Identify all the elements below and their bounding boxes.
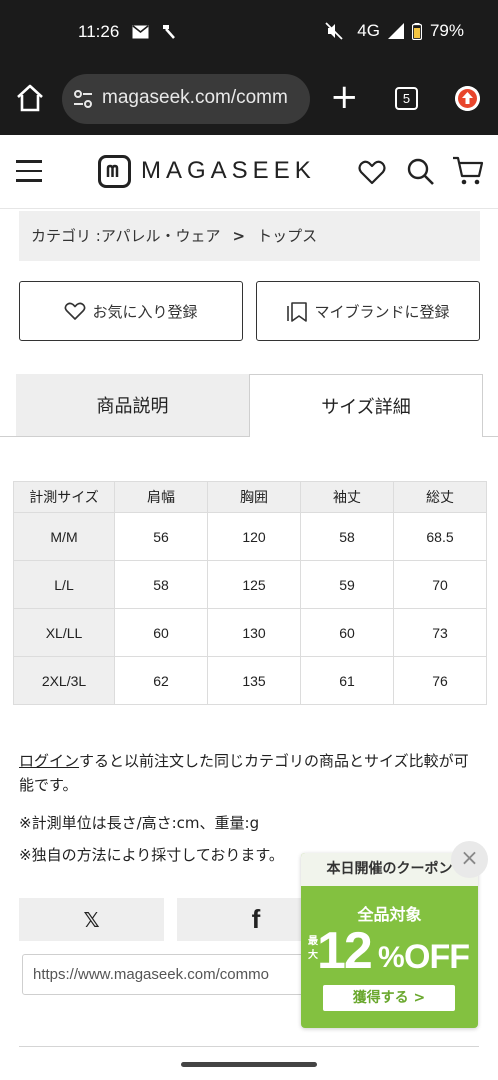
share-facebook-button[interactable]: f xyxy=(177,898,307,941)
coupon-claim-button[interactable]: 獲得する > xyxy=(323,985,455,1011)
menu-icon[interactable] xyxy=(16,160,42,182)
breadcrumb-separator: > xyxy=(232,227,246,245)
breadcrumb-current[interactable]: トップス xyxy=(257,227,317,245)
table-cell-size: 2XL/3L xyxy=(13,656,115,705)
my-brand-button-label: マイブランドに登録 xyxy=(314,302,450,321)
table-cell: 135 xyxy=(207,656,301,705)
table-row: M/M 56 120 58 68.5 xyxy=(13,512,487,561)
method-note: ※独自の方法により採寸しております。 xyxy=(19,846,284,864)
coupon-discount: 最大 12 % OFF xyxy=(306,922,478,980)
signal-icon xyxy=(387,23,404,39)
table-cell: 59 xyxy=(300,560,394,609)
table-cell: 60 xyxy=(114,608,208,657)
table-header: 計測サイズ xyxy=(13,481,115,513)
new-tab-button[interactable]: + xyxy=(330,80,359,114)
coupon-banner[interactable]: 本日開催のクーポン 全品対象 最大 12 % OFF 獲得する > xyxy=(301,853,478,1028)
browser-toolbar: magaseek.com/comm + 5 xyxy=(0,62,498,135)
table-header: 総丈 xyxy=(393,481,487,513)
site-header: MAGASEEK xyxy=(0,135,498,209)
share-x-button[interactable]: 𝕏 xyxy=(19,898,164,941)
table-cell: 120 xyxy=(207,512,301,561)
table-cell: 62 xyxy=(114,656,208,705)
table-cell: 76 xyxy=(393,656,487,705)
table-header: 袖丈 xyxy=(300,481,394,513)
table-cell: 56 xyxy=(114,512,208,561)
table-cell: 70 xyxy=(393,560,487,609)
table-cell: 61 xyxy=(300,656,394,705)
cart-icon[interactable] xyxy=(452,154,484,186)
search-icon[interactable] xyxy=(406,157,436,187)
facebook-icon: f xyxy=(251,904,261,934)
table-cell-size: XL/LL xyxy=(13,608,115,657)
login-note: ログインすると以前注文した同じカテゴリの商品とサイズ比較が可 能です。 xyxy=(19,749,481,797)
table-cell: 125 xyxy=(207,560,301,609)
table-header: 肩幅 xyxy=(114,481,208,513)
breadcrumb: カテゴリ :アパレル・ウェア > トップス xyxy=(19,211,480,261)
home-icon[interactable] xyxy=(14,82,46,114)
mute-icon xyxy=(325,22,343,40)
login-note-text: すると以前注文した同じカテゴリの商品とサイズ比較が可 xyxy=(79,752,469,770)
tab-size-details[interactable]: サイズ詳細 xyxy=(249,374,483,436)
coupon-off: OFF xyxy=(404,938,470,976)
hammer-icon xyxy=(163,25,175,39)
gesture-navigation-bar[interactable] xyxy=(181,1062,317,1067)
table-cell: 130 xyxy=(207,608,301,657)
logo-text: MAGASEEK xyxy=(141,157,316,184)
status-bar: 11:26 4G 79% xyxy=(0,0,498,62)
battery-icon xyxy=(411,22,422,40)
my-brand-button[interactable]: マイブランドに登録 xyxy=(256,281,480,341)
coupon-percent: % xyxy=(378,941,405,974)
active-tab-gap xyxy=(250,435,482,437)
mail-icon xyxy=(132,25,149,39)
table-cell: 68.5 xyxy=(393,512,487,561)
tab-switcher-button[interactable]: 5 xyxy=(395,87,418,110)
share-url-field[interactable]: https://www.magaseek.com/commo xyxy=(22,954,322,995)
bookmark-icon xyxy=(287,302,308,322)
table-cell-size: M/M xyxy=(13,512,115,561)
breadcrumb-category[interactable]: カテゴリ :アパレル・ウェア xyxy=(31,227,221,245)
update-icon[interactable] xyxy=(455,86,480,111)
battery-percent: 79% xyxy=(429,21,464,40)
table-row: XL/LL 60 130 60 73 xyxy=(13,608,487,657)
login-link[interactable]: ログイン xyxy=(19,752,79,770)
address-bar[interactable]: magaseek.com/comm xyxy=(62,74,310,124)
table-cell: 60 xyxy=(300,608,394,657)
coupon-close-button[interactable]: × xyxy=(451,841,488,878)
table-cell: 73 xyxy=(393,608,487,657)
favorite-button-label: お気に入り登録 xyxy=(92,302,198,321)
logo-mark-icon xyxy=(98,154,131,188)
favorite-button[interactable]: お気に入り登録 xyxy=(19,281,243,341)
heart-icon[interactable] xyxy=(357,157,387,187)
x-icon: 𝕏 xyxy=(83,907,100,932)
divider xyxy=(19,1046,479,1047)
table-header-row: 計測サイズ 肩幅 胸囲 袖丈 総丈 xyxy=(13,481,487,513)
coupon-amount: 12 xyxy=(317,922,373,980)
url-text: magaseek.com/comm xyxy=(102,87,288,108)
table-row: L/L 58 125 59 70 xyxy=(13,560,487,609)
tab-product-description[interactable]: 商品説明 xyxy=(16,374,249,436)
table-row: 2XL/3L 62 135 61 76 xyxy=(13,656,487,705)
table-cell: 58 xyxy=(114,560,208,609)
site-settings-icon[interactable] xyxy=(72,88,94,110)
status-time: 11:26 xyxy=(78,22,120,41)
table-header: 胸囲 xyxy=(207,481,301,513)
status-right: 4G 79% xyxy=(325,21,464,41)
table-cell-size: L/L xyxy=(13,560,115,609)
network-type: 4G xyxy=(357,21,380,40)
site-logo[interactable]: MAGASEEK xyxy=(98,154,316,188)
size-table: 計測サイズ 肩幅 胸囲 袖丈 総丈 M/M 56 120 58 68.5 L/L… xyxy=(13,481,487,705)
heart-outline-icon xyxy=(65,302,86,320)
table-cell: 58 xyxy=(300,512,394,561)
login-note-text-2: 能です。 xyxy=(19,776,78,794)
unit-note: ※計測単位は長さ/高さ:cm、重量:g xyxy=(19,814,260,832)
